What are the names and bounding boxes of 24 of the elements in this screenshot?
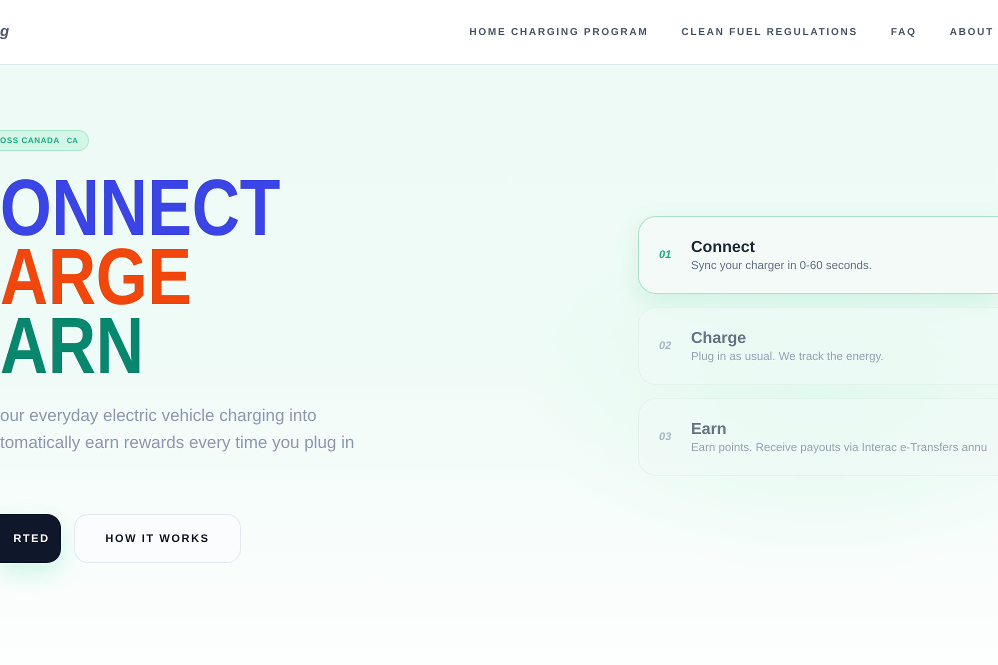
step-number: 01 <box>659 249 672 261</box>
step-title: Connect <box>691 238 756 256</box>
nav-link[interactable]: CLEAN FUEL REGULATIONS <box>681 26 858 38</box>
logo[interactable]: g <box>0 22 10 40</box>
headline-word: ARGE <box>0 242 192 311</box>
step-description: Sync your charger in 0-60 seconds. <box>691 260 872 272</box>
step-card[interactable]: 03 Earn Earn points. Receive payouts via Interac e-Transfers annu <box>638 398 998 476</box>
nav-link[interactable]: ABOUT <box>950 26 994 38</box>
step-title: Earn <box>691 420 728 438</box>
badge-text: OSS CANADA <box>0 136 60 145</box>
step-number: 02 <box>659 340 672 352</box>
get-started-button[interactable]: RTED <box>0 514 61 563</box>
step-title: Charge <box>691 330 748 348</box>
headline-word: ARN <box>0 311 144 380</box>
step-description: Earn points. Receive payouts via Interac e-Transfers annu <box>691 442 988 454</box>
how-it-works-button[interactable]: HOW IT WORKS <box>74 514 241 563</box>
step-card[interactable]: 02 Charge Plug in as usual. We track the energy. <box>638 307 998 385</box>
step-description: Plug in as usual. We track the energy. <box>691 350 884 362</box>
nav-link[interactable]: FAQ <box>890 26 917 38</box>
step-card[interactable]: 01 Connect Sync your charger in 0-60 seconds. <box>638 216 998 294</box>
headline-word: ONNECT <box>0 173 280 242</box>
nav-link[interactable]: HOME CHARGING PROGRAM <box>469 26 648 38</box>
step-number: 03 <box>659 431 672 443</box>
hero-description: our everyday electric vehicle charging into tomatically earn rewards every time you plug in <box>0 405 354 454</box>
